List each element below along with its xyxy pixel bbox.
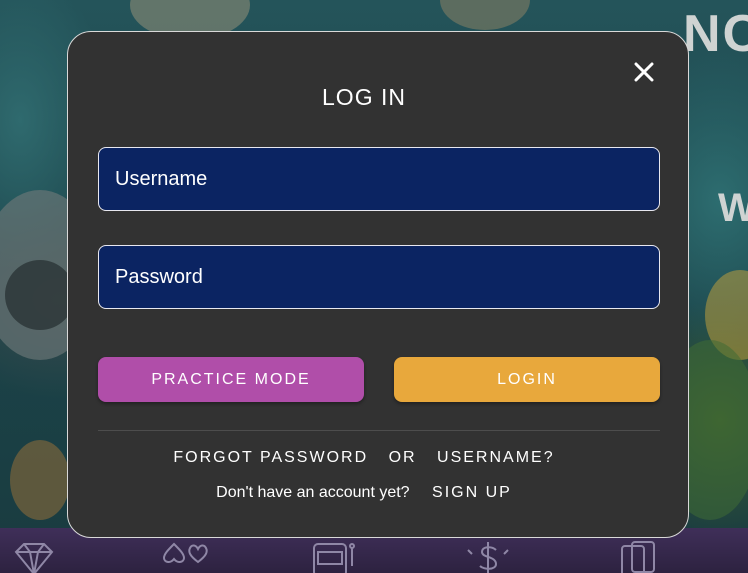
username-input[interactable]	[98, 147, 660, 211]
practice-mode-button[interactable]: PRACTICE MODE	[98, 357, 364, 402]
login-modal: LOG IN PRACTICE MODE LOGIN FORGOT PASSWO…	[67, 31, 689, 538]
forgot-username-link[interactable]: USERNAME?	[437, 449, 555, 466]
close-icon[interactable]	[631, 59, 657, 85]
forgot-password-link[interactable]: FORGOT PASSWORD	[173, 449, 368, 466]
login-button[interactable]: LOGIN	[394, 357, 660, 402]
login-overlay: LOG IN PRACTICE MODE LOGIN FORGOT PASSWO…	[0, 0, 748, 573]
signup-link[interactable]: SIGN UP	[432, 484, 512, 501]
page: NO W LOG IN Username PRACTICE MODE LOGIN…	[0, 0, 748, 573]
or-separator-text: OR	[388, 449, 417, 466]
password-input[interactable]	[98, 245, 660, 309]
forgot-credentials-row: FORGOT PASSWORD OR USERNAME?	[68, 449, 660, 467]
signup-row: Don't have an account yet? SIGN UP	[68, 484, 660, 502]
divider	[98, 430, 660, 431]
no-account-text: Don't have an account yet?	[216, 484, 410, 501]
modal-title: LOG IN	[322, 84, 406, 110]
